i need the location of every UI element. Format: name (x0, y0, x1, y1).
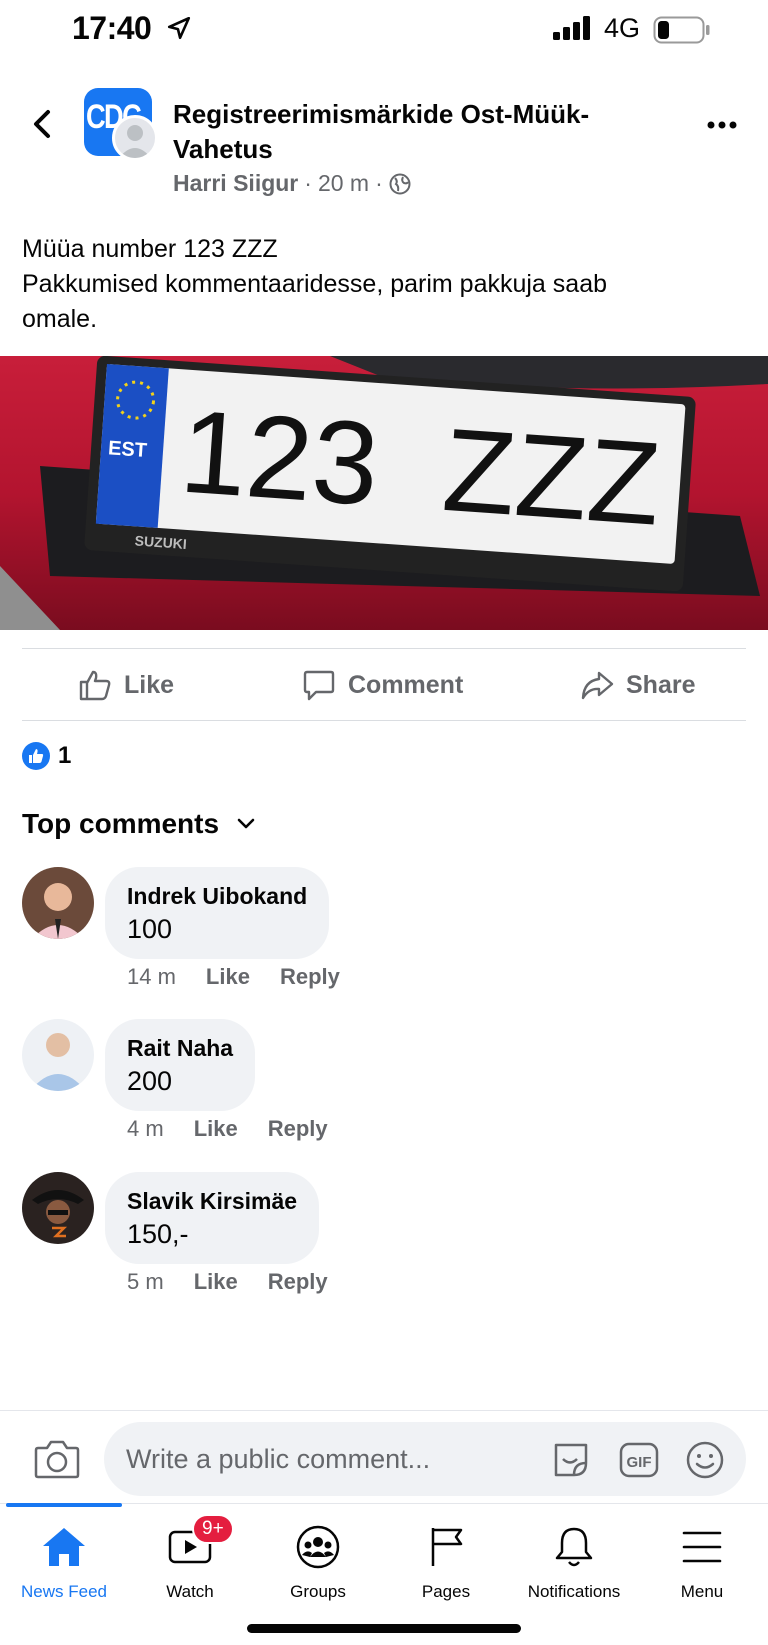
bell-icon (555, 1527, 593, 1567)
top-comments-label: Top comments (22, 808, 220, 839)
more-options-icon[interactable] (707, 120, 737, 130)
share-arrow-icon (581, 671, 614, 700)
comment-bubble[interactable]: Slavik Kirsimäe 150,- (105, 1172, 320, 1264)
comment-like-button[interactable]: Like (206, 964, 250, 990)
reactions-count: 1 (58, 742, 72, 769)
commenter-avatar[interactable] (22, 1172, 94, 1244)
cellular-signal-icon (553, 16, 590, 40)
plate-country: EST (107, 437, 147, 462)
commenter-avatar[interactable] (22, 1019, 94, 1091)
chevron-down-icon (237, 818, 255, 829)
location-arrow-icon (167, 16, 191, 40)
menu-icon (682, 1531, 722, 1563)
gif-icon[interactable]: GIF (618, 1439, 660, 1481)
notification-badge: 9+ (192, 1514, 234, 1544)
svg-text:GIF: GIF (627, 1454, 652, 1471)
comment-bubble[interactable]: Rait Naha 200 (105, 1019, 256, 1111)
default-user-icon (119, 125, 151, 158)
post-meta: Harri Siigur · 20 m · (173, 170, 411, 197)
comment-label: Comment (348, 670, 464, 699)
groups-icon (296, 1525, 340, 1569)
tab-label: Pages (421, 1582, 471, 1601)
tab-label: Groups (290, 1582, 346, 1601)
post-actions: Like Comment Share (0, 650, 768, 720)
tab-watch[interactable]: 9+ Watch (126, 1514, 254, 1602)
comment-time[interactable]: 14 m (127, 964, 176, 990)
tab-pages[interactable]: Pages (382, 1520, 510, 1602)
comment-meta: 5 m Like Reply (127, 1269, 328, 1295)
post-text: Müüa number 123 ZZZ Pakkumised kommentaa… (22, 232, 742, 337)
tab-groups[interactable]: Groups (254, 1520, 382, 1602)
comment-text: 100 (127, 914, 173, 944)
comment-button[interactable]: Comment (302, 664, 463, 706)
status-bar: 17:40 4G (0, 0, 768, 60)
network-type: 4G (604, 13, 641, 43)
comment-composer[interactable]: GIF (104, 1422, 746, 1496)
tab-label: Watch (166, 1582, 214, 1601)
commenter-avatar[interactable] (22, 867, 94, 939)
globe-icon (389, 173, 411, 194)
home-indicator (247, 1624, 521, 1633)
comment-meta: 14 m Like Reply (127, 964, 340, 990)
tab-label: Menu (680, 1582, 724, 1601)
tab-label: News Feed (21, 1582, 107, 1601)
comment-like-button[interactable]: Like (194, 1116, 238, 1142)
status-time: 17:40 (72, 10, 152, 46)
comment-time[interactable]: 5 m (127, 1269, 164, 1295)
battery-icon (653, 16, 710, 44)
post-text-line: Pakkumised kommentaaridesse, parim pakku… (22, 270, 607, 298)
tab-notifications[interactable]: Notifications (510, 1520, 638, 1602)
post-time[interactable]: 20 m (318, 170, 369, 197)
divider (22, 720, 746, 721)
author-avatar[interactable] (112, 115, 158, 161)
comment-meta: 4 m Like Reply (127, 1116, 328, 1142)
comment-reply-button[interactable]: Reply (280, 964, 340, 990)
meta-separator: · (304, 170, 312, 196)
author-name[interactable]: Harri Siigur (173, 170, 298, 197)
commenter-name[interactable]: Rait Naha (127, 1033, 233, 1063)
home-icon (43, 1528, 85, 1566)
tab-news-feed[interactable]: News Feed (0, 1520, 128, 1602)
comment-reply-button[interactable]: Reply (268, 1269, 328, 1295)
flag-icon (431, 1528, 463, 1566)
divider (0, 1410, 768, 1411)
share-label: Share (626, 670, 696, 699)
thumbs-up-icon (79, 670, 111, 701)
comment-text: 150,- (127, 1219, 189, 1249)
commenter-name[interactable]: Indrek Uibokand (127, 881, 307, 911)
like-label: Like (124, 670, 175, 699)
post-text-line: omale. (22, 305, 98, 333)
comment-bubble[interactable]: Indrek Uibokand 100 (105, 867, 330, 959)
post-text-line: Müüa number 123 ZZZ (22, 235, 278, 263)
tab-label: Notifications (527, 1582, 621, 1601)
group-name-link[interactable]: Registreerimismärkide Ost-Müük-Vahetus (173, 97, 653, 167)
comment-input[interactable] (126, 1422, 526, 1496)
comment-text: 200 (127, 1066, 173, 1096)
comment-like-button[interactable]: Like (194, 1269, 238, 1295)
emoji-icon[interactable] (684, 1439, 726, 1481)
sticker-icon[interactable] (550, 1439, 592, 1481)
like-reaction-icon (22, 742, 50, 770)
comment-bubble-icon (303, 670, 335, 701)
like-button[interactable]: Like (78, 664, 174, 706)
divider (22, 648, 746, 649)
back-chevron-icon[interactable] (28, 106, 58, 142)
commenter-name[interactable]: Slavik Kirsimäe (127, 1186, 297, 1216)
meta-separator: · (375, 170, 383, 196)
tab-menu[interactable]: Menu (638, 1520, 766, 1602)
post-photo[interactable]: EST 123 ZZZ SUZUKI (0, 356, 768, 630)
reactions-summary[interactable]: 1 (22, 742, 71, 770)
active-tab-indicator (6, 1503, 122, 1507)
comment-reply-button[interactable]: Reply (268, 1116, 328, 1142)
camera-icon[interactable] (34, 1438, 80, 1480)
top-comments-selector[interactable]: Top comments (22, 808, 255, 840)
share-button[interactable]: Share (580, 664, 695, 706)
comment-time[interactable]: 4 m (127, 1116, 164, 1142)
